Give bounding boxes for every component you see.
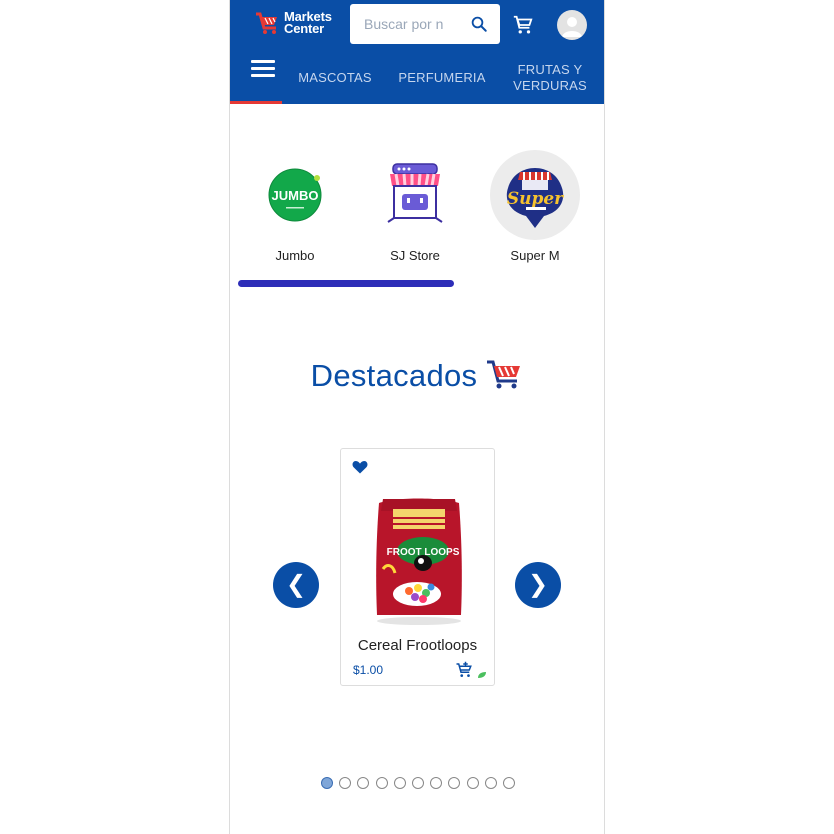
tab-perfumeria[interactable]: PERFUMERIA: [396, 70, 488, 86]
product-card[interactable]: FROOT LOOPS Cereal Frootloops $1.00: [340, 448, 495, 686]
search-input[interactable]: [364, 14, 464, 34]
add-to-cart-icon[interactable]: [455, 661, 473, 679]
pagination-dot[interactable]: [393, 777, 406, 789]
user-icon: [562, 17, 582, 37]
active-tab-indicator: [230, 101, 282, 104]
jumbo-icon: JUMBO: [268, 168, 322, 222]
tab-frutas-verduras[interactable]: FRUTAS Y VERDURAS: [508, 62, 592, 94]
tab-mascotas[interactable]: MASCOTAS: [296, 70, 374, 86]
app-screen: Markets Center MASCOTAS: [229, 0, 605, 834]
pagination-dot[interactable]: [357, 777, 370, 789]
store-super-m[interactable]: Super Super M: [480, 150, 590, 263]
pagination-dot[interactable]: [484, 777, 497, 789]
pagination-dot[interactable]: [466, 777, 479, 789]
pagination-dot[interactable]: [412, 777, 424, 789]
pagination-dot[interactable]: [430, 777, 443, 789]
pagination-dot[interactable]: [321, 777, 333, 789]
app-header: Markets Center MASCOTAS: [230, 0, 604, 104]
super-m-logo: Super: [490, 150, 580, 240]
leaf-icon: [478, 672, 486, 678]
search-box: [350, 4, 500, 44]
featured-title-text: Destacados: [310, 358, 478, 393]
markets-center-logo[interactable]: Markets Center: [254, 10, 346, 40]
storefront-icon: [387, 163, 443, 223]
store-jumbo[interactable]: JUMBO Jumbo: [240, 150, 350, 263]
hamburger-menu-icon[interactable]: [251, 60, 275, 78]
pagination-dot[interactable]: [503, 777, 515, 789]
shopping-cart-icon: [487, 360, 521, 389]
carousel-next-button[interactable]: ❯: [515, 562, 561, 608]
jumbo-logo: JUMBO: [250, 150, 340, 240]
tab-frutas-line1: FRUTAS Y: [517, 62, 583, 77]
user-avatar[interactable]: [557, 10, 587, 40]
pagination-dot[interactable]: [339, 777, 352, 789]
featured-section-title: Destacados: [230, 358, 604, 394]
stores-scrollbar[interactable]: [238, 280, 454, 287]
product-name: Cereal Frootloops: [357, 637, 478, 654]
favorite-heart-icon[interactable]: [352, 460, 368, 474]
super-m-logo-text: Super: [507, 189, 564, 209]
jumbo-logo-text: JUMBO: [272, 188, 319, 203]
product-price: $1.00: [353, 663, 384, 677]
store-sj-store[interactable]: SJ Store: [360, 150, 470, 263]
carousel-prev-button[interactable]: ❮: [273, 562, 319, 608]
logo-text: Markets Center: [284, 10, 332, 36]
super-market-icon: Super: [506, 168, 564, 228]
logo-cart-icon: [256, 12, 277, 34]
logo-line-2: Center: [284, 21, 324, 36]
product-image: FROOT LOOPS: [376, 498, 462, 625]
tab-frutas-line2: VERDURAS: [513, 78, 587, 93]
pagination-dot[interactable]: [448, 777, 461, 789]
store-name: SJ Store: [390, 248, 440, 263]
sj-store-logo: [370, 150, 460, 240]
search-icon[interactable]: [470, 15, 488, 33]
cart-icon[interactable]: [512, 14, 534, 36]
store-name: Super M: [510, 248, 560, 263]
pagination-dot[interactable]: [375, 777, 388, 789]
store-name: Jumbo: [275, 248, 315, 263]
